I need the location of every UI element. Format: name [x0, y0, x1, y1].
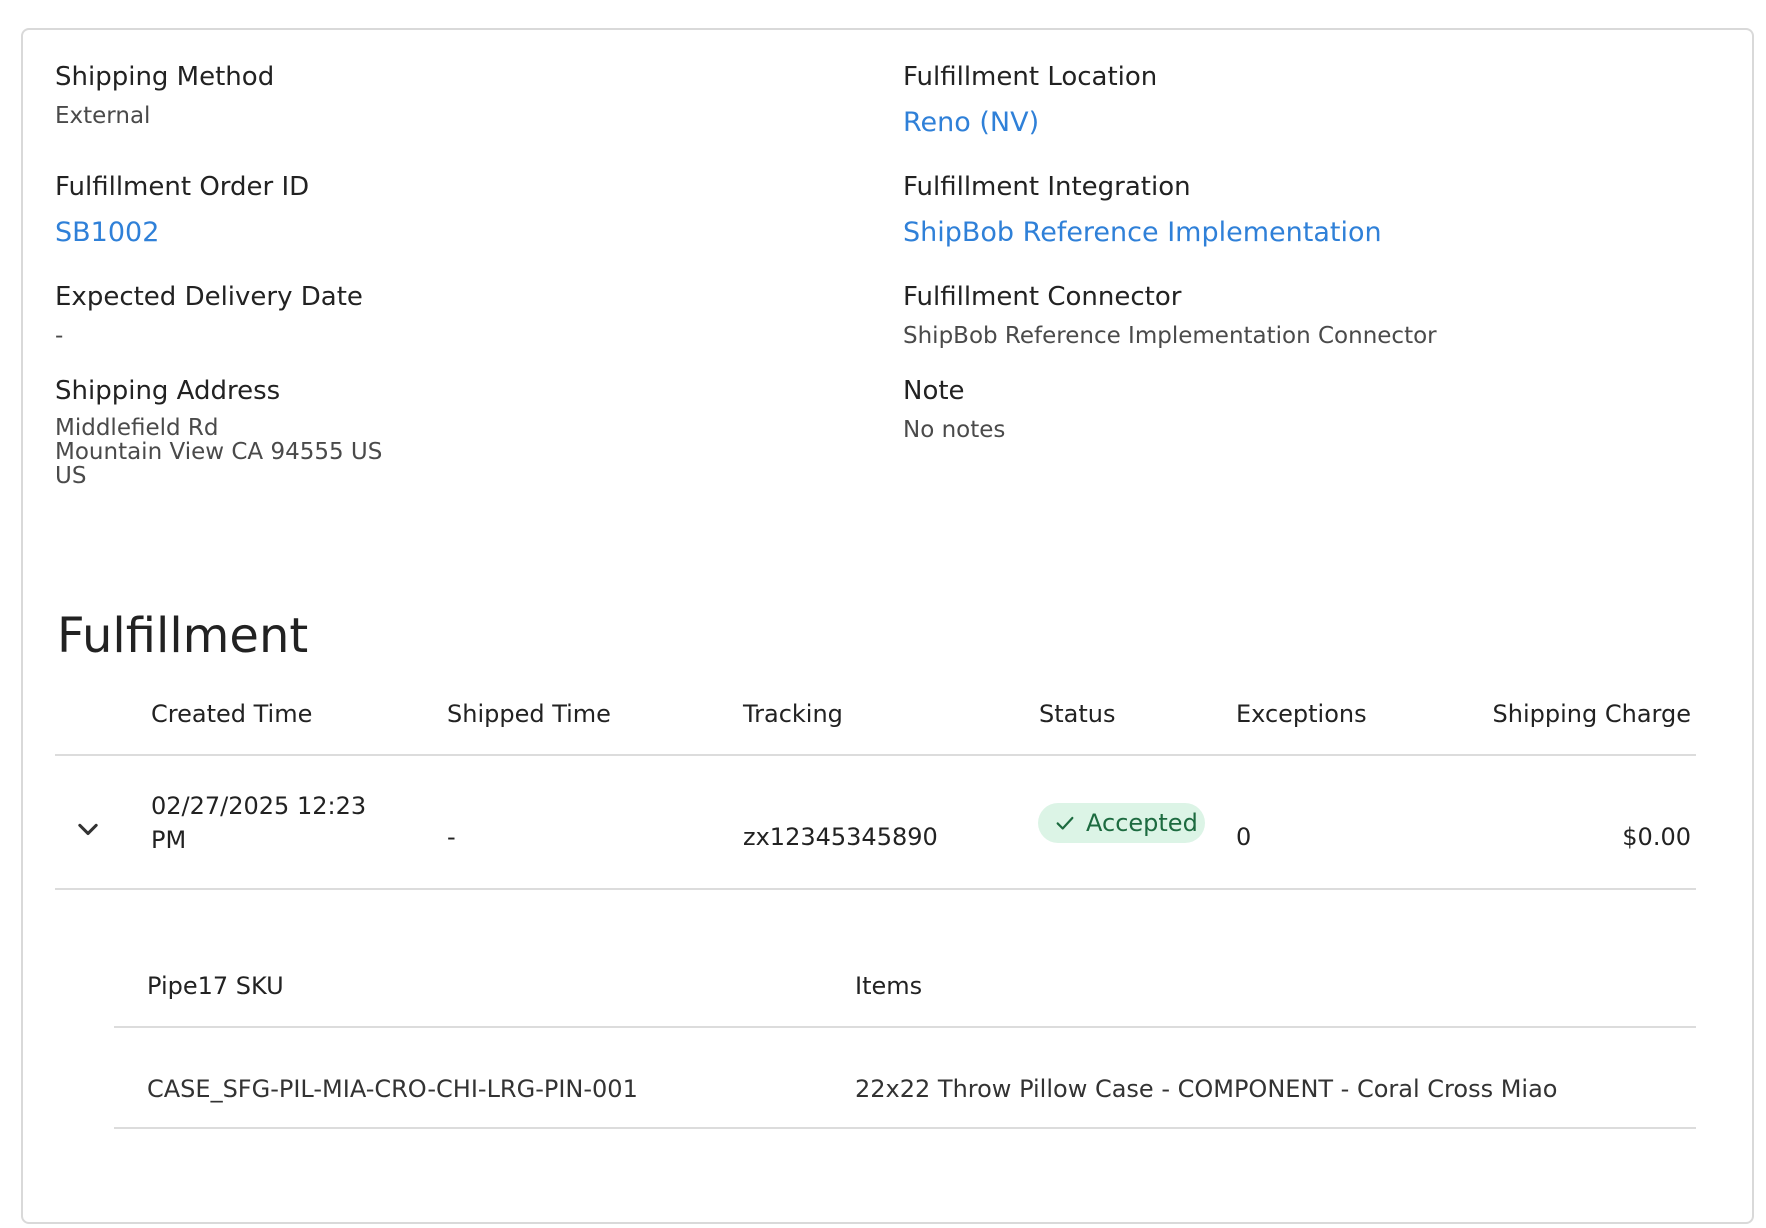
shipping-method-label: Shipping Method — [55, 62, 275, 92]
column-header-shipped-time: Shipped Time — [447, 700, 611, 728]
fulfillment-location-field: Fulfillment Location Reno (NV) — [903, 60, 1157, 140]
address-line: Mountain View CA 94555 US — [55, 439, 383, 465]
shipping-method-field: Shipping Method External — [55, 60, 274, 130]
table-divider — [55, 888, 1696, 890]
created-time-cell: 02/27/2025 12:23 PM — [151, 789, 366, 857]
item-cell: 22x22 Throw Pillow Case - COMPONENT - Co… — [855, 1075, 1558, 1103]
expected-delivery-date-label: Expected Delivery Date — [55, 282, 363, 312]
fulfillment-order-id-label: Fulfillment Order ID — [55, 172, 310, 202]
fulfillment-integration-label: Fulfillment Integration — [903, 172, 1191, 202]
shipping-address-field: Shipping Address Middlefield Rd Mountain… — [55, 374, 382, 488]
check-icon — [1056, 816, 1074, 830]
shipped-time-cell: - — [447, 823, 456, 851]
chevron-down-icon[interactable] — [74, 816, 102, 844]
created-time-line: 02/27/2025 12:23 — [151, 792, 367, 820]
status-label: Accepted — [1086, 809, 1198, 837]
fulfillment-details-card: Shipping Method External Fulfillment Ord… — [21, 28, 1754, 1224]
sub-table-divider — [114, 1127, 1696, 1129]
address-line: Middlefield Rd — [55, 415, 219, 441]
fulfillment-section-title: Fulfillment — [57, 608, 309, 664]
address-line: US — [55, 463, 87, 489]
fulfillment-order-id-field: Fulfillment Order ID SB1002 — [55, 170, 309, 250]
fulfillment-order-id-link[interactable]: SB1002 — [55, 216, 309, 250]
shipping-method-value: External — [55, 103, 151, 129]
fulfillment-location-link[interactable]: Reno (NV) — [903, 106, 1157, 140]
fulfillment-integration-field: Fulfillment Integration ShipBob Referenc… — [903, 170, 1382, 250]
note-field: Note No notes — [903, 374, 1005, 444]
shipping-address-value: Middlefield Rd Mountain View CA 94555 US… — [55, 416, 382, 488]
fulfillment-connector-label: Fulfillment Connector — [903, 282, 1182, 312]
column-header-items: Items — [855, 972, 923, 1000]
created-time-line: PM — [151, 826, 187, 854]
fulfillment-connector-value: ShipBob Reference Implementation Connect… — [903, 323, 1437, 349]
column-header-status: Status — [1039, 700, 1116, 728]
note-label: Note — [903, 376, 965, 406]
tracking-cell: zx12345345890 — [743, 823, 938, 851]
column-header-created-time: Created Time — [151, 700, 313, 728]
shipping-charge-cell: $0.00 — [1622, 823, 1691, 851]
column-header-tracking: Tracking — [743, 700, 843, 728]
sub-table-divider — [114, 1026, 1696, 1028]
column-header-pipe17-sku: Pipe17 SKU — [147, 972, 284, 1000]
expected-delivery-date-value: - — [55, 323, 64, 349]
fulfillment-location-label: Fulfillment Location — [903, 62, 1158, 92]
column-header-shipping-charge: Shipping Charge — [1492, 700, 1691, 728]
expected-delivery-date-field: Expected Delivery Date - — [55, 280, 363, 350]
sku-cell: CASE_SFG-PIL-MIA-CRO-CHI-LRG-PIN-001 — [147, 1075, 638, 1103]
exceptions-cell: 0 — [1236, 823, 1252, 851]
table-divider — [55, 754, 1696, 756]
column-header-exceptions: Exceptions — [1236, 700, 1367, 728]
fulfillment-connector-field: Fulfillment Connector ShipBob Reference … — [903, 280, 1437, 350]
status-badge: Accepted — [1038, 803, 1205, 843]
note-value: No notes — [903, 417, 1006, 443]
shipping-address-label: Shipping Address — [55, 376, 281, 406]
fulfillment-integration-link[interactable]: ShipBob Reference Implementation — [903, 216, 1382, 250]
